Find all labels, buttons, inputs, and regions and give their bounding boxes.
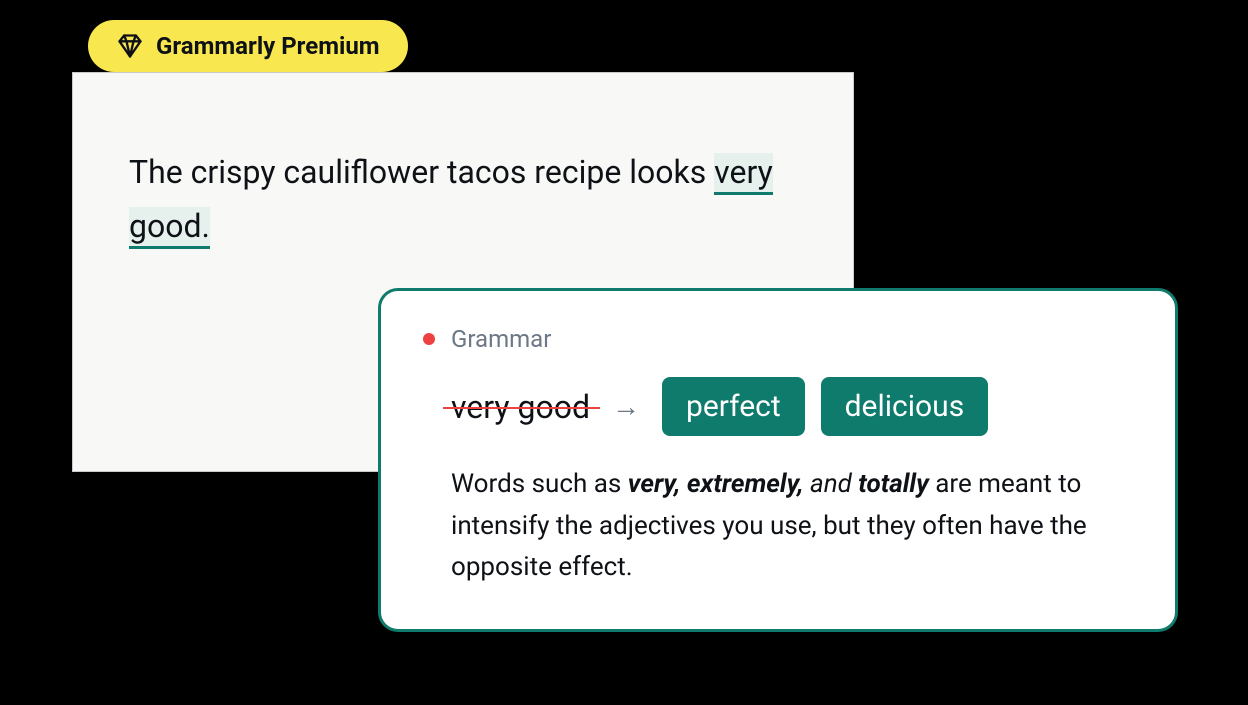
premium-badge-label: Grammarly Premium: [156, 32, 380, 60]
replacement-chips: perfect delicious: [662, 377, 988, 436]
exp-text: and: [804, 469, 859, 499]
suggestion-explanation: Words such as very, extremely, and total…: [423, 464, 1133, 589]
suggestion-card: Grammar very good → perfect delicious Wo…: [378, 288, 1178, 632]
suggestion-category: Grammar: [451, 325, 551, 353]
exp-emph: extremely,: [687, 469, 804, 499]
suggestion-row: very good → perfect delicious: [423, 377, 1133, 436]
sentence-pre: The crispy cauliflower tacos recipe look…: [129, 153, 714, 191]
diamond-icon: [116, 32, 144, 60]
editor-sentence: The crispy cauliflower tacos recipe look…: [129, 145, 797, 254]
strikethrough-line-icon: [443, 407, 600, 409]
suggestion-header: Grammar: [423, 325, 1133, 353]
exp-emph: totally: [858, 469, 929, 499]
exp-text: Words such as: [451, 469, 628, 499]
original-phrase-wrap: very good: [451, 388, 590, 426]
replacement-chip[interactable]: perfect: [662, 377, 805, 436]
exp-text: ,: [674, 469, 687, 499]
severity-dot-icon: [423, 333, 435, 345]
exp-emph: very: [628, 469, 675, 499]
replacement-chip[interactable]: delicious: [821, 377, 989, 436]
arrow-right-icon: →: [612, 390, 640, 423]
premium-badge: Grammarly Premium: [88, 20, 408, 72]
